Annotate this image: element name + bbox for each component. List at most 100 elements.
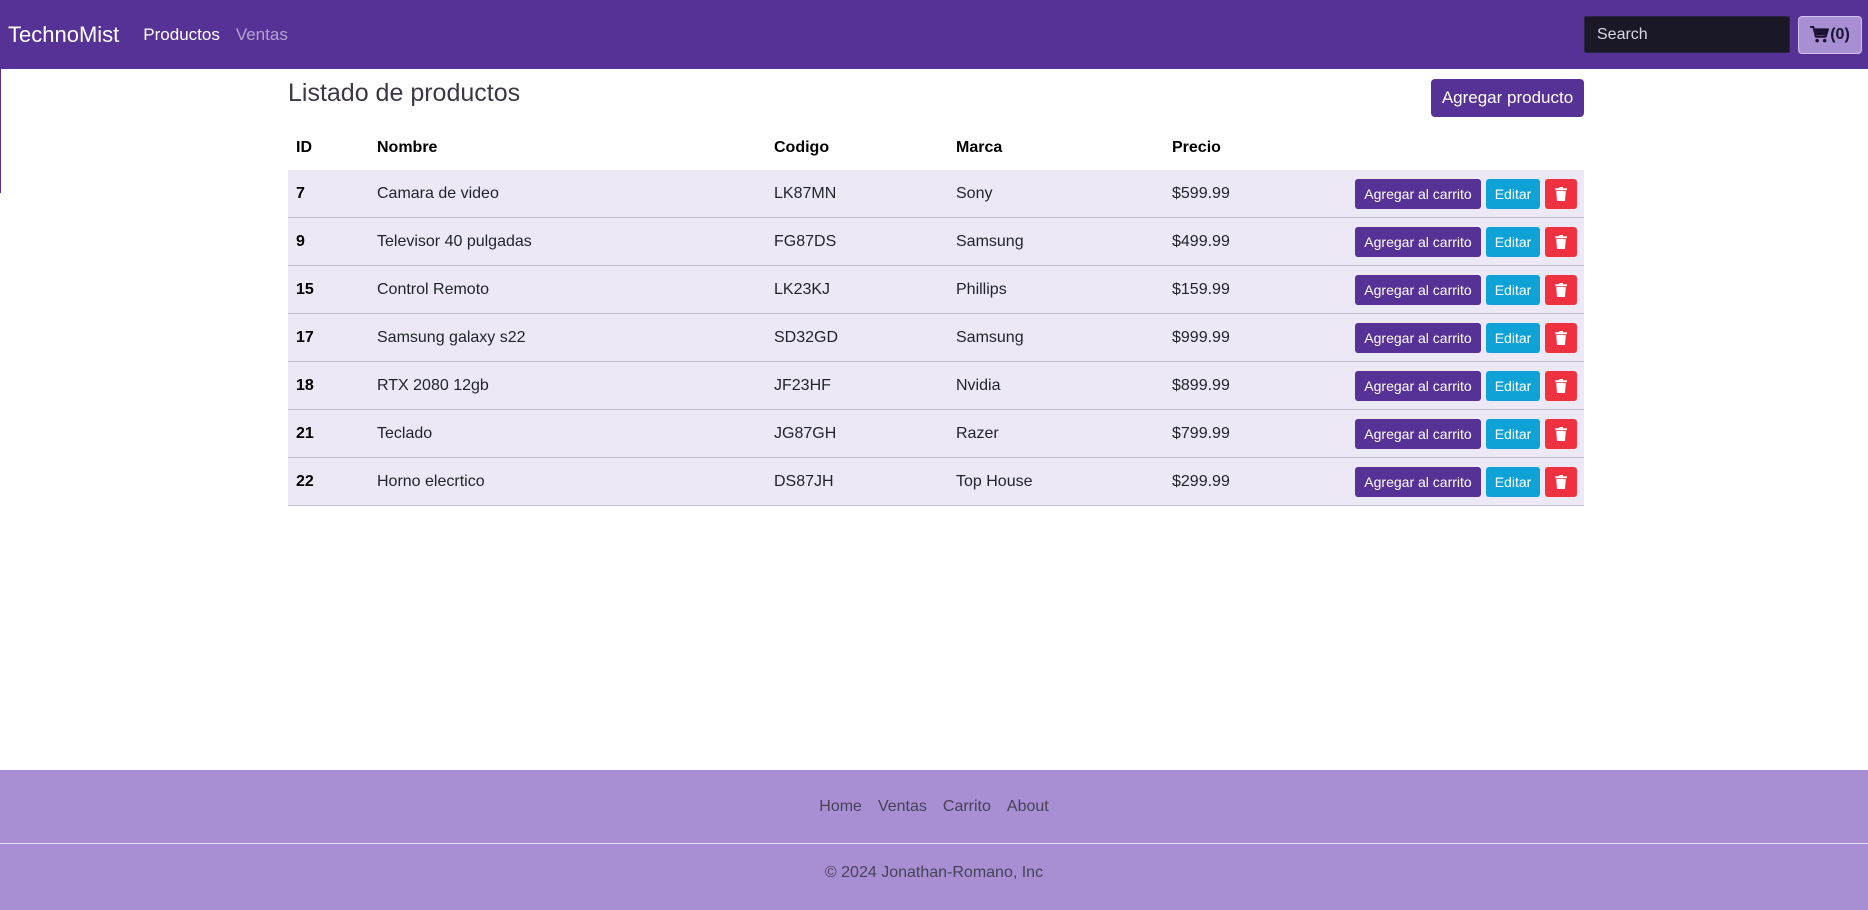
product-price: $899.99 [1164,361,1284,410]
product-name: Televisor 40 pulgadas [369,217,766,266]
product-code: SD32GD [766,313,948,362]
product-code: LK23KJ [766,265,948,314]
row-actions: Agregar al carrito Editar [1284,409,1584,458]
nav-link-productos[interactable]: Productos [143,25,220,45]
left-edge-line [0,69,1,193]
products-table: ID Nombre Codigo Marca Precio 7 Camara de… [288,125,1584,506]
table-row: 15 Control Remoto LK23KJ Phillips $159.99 Agr… [288,265,1584,314]
edit-button[interactable]: Editar [1486,178,1540,209]
edit-button[interactable]: Editar [1486,466,1540,497]
product-id: 18 [288,361,369,410]
table-header-row: ID Nombre Codigo Marca Precio [288,125,1584,170]
product-id: 17 [288,313,369,362]
add-product-button[interactable]: Agregar producto [1431,79,1584,117]
delete-button[interactable] [1545,418,1577,449]
footer-link-home[interactable]: Home [819,798,862,816]
brand-logo[interactable]: TechnoMist [8,22,119,48]
edit-button[interactable]: Editar [1486,274,1540,305]
product-code: LK87MN [766,170,948,218]
add-to-cart-button[interactable]: Agregar al carrito [1355,466,1481,497]
column-header-codigo: Codigo [774,138,830,156]
row-actions: Agregar al carrito Editar [1284,217,1584,266]
column-header-id: ID [296,138,312,156]
add-to-cart-button[interactable]: Agregar al carrito [1355,418,1481,449]
trash-icon [1555,234,1567,249]
product-price: $599.99 [1164,170,1284,218]
product-name: Samsung galaxy s22 [369,313,766,362]
product-name: Horno elecrtico [369,457,766,506]
product-id: 7 [288,170,369,218]
add-to-cart-button[interactable]: Agregar al carrito [1355,178,1481,209]
product-brand: Top House [948,457,1164,506]
footer: Home Ventas Carrito About © 2024 Jonatha… [0,770,1868,910]
delete-button[interactable] [1545,466,1577,497]
trash-icon [1555,378,1567,393]
column-header-marca: Marca [956,138,1003,156]
table-row: 9 Televisor 40 pulgadas FG87DS Samsung $499.… [288,217,1584,266]
row-actions: Agregar al carrito Editar [1284,457,1584,506]
table-row: 18 RTX 2080 12gb JF23HF Nvidia $899.99 Agrega… [288,361,1584,410]
column-header-nombre: Nombre [377,138,438,156]
product-brand: Samsung [948,217,1164,266]
column-header-actions [1284,125,1584,170]
add-to-cart-button[interactable]: Agregar al carrito [1355,226,1481,257]
product-brand: Samsung [948,313,1164,362]
search-input[interactable] [1584,16,1790,53]
row-actions: Agregar al carrito Editar [1284,170,1584,218]
copyright-text: © 2024 Jonathan-Romano, Inc [824,864,1044,881]
product-price: $159.99 [1164,265,1284,314]
edit-button[interactable]: Editar [1486,418,1540,449]
product-name: RTX 2080 12gb [369,361,766,410]
edit-button[interactable]: Editar [1486,226,1540,257]
cart-button[interactable]: (0) [1798,15,1862,54]
footer-divider [0,843,1868,844]
delete-button[interactable] [1545,274,1577,305]
product-name: Teclado [369,409,766,458]
trash-icon [1555,474,1567,489]
product-price: $299.99 [1164,457,1284,506]
product-id: 21 [288,409,369,458]
delete-button[interactable] [1545,322,1577,353]
delete-button[interactable] [1545,226,1577,257]
trash-icon [1555,282,1567,297]
footer-link-ventas[interactable]: Ventas [878,798,927,816]
product-code: JF23HF [766,361,948,410]
product-price: $799.99 [1164,409,1284,458]
product-brand: Razer [948,409,1164,458]
product-name: Control Remoto [369,265,766,314]
product-code: FG87DS [766,217,948,266]
edit-button[interactable]: Editar [1486,370,1540,401]
nav-link-ventas[interactable]: Ventas [236,25,288,45]
product-brand: Phillips [948,265,1164,314]
row-actions: Agregar al carrito Editar [1284,361,1584,410]
delete-button[interactable] [1545,178,1577,209]
table-row: 22 Horno elecrtico DS87JH Top House $299.99 A… [288,457,1584,506]
product-id: 15 [288,265,369,314]
product-code: JG87GH [766,409,948,458]
add-to-cart-button[interactable]: Agregar al carrito [1355,370,1481,401]
add-to-cart-button[interactable]: Agregar al carrito [1355,274,1481,305]
shopping-cart-icon [1810,26,1830,43]
product-price: $499.99 [1164,217,1284,266]
trash-icon [1555,330,1567,345]
product-code: DS87JH [766,457,948,506]
add-to-cart-button[interactable]: Agregar al carrito [1355,322,1481,353]
product-brand: Sony [948,170,1164,218]
footer-link-about[interactable]: About [1007,798,1049,816]
footer-link-carrito[interactable]: Carrito [943,798,991,816]
cart-count: (0) [1830,25,1850,43]
product-id: 22 [288,457,369,506]
edit-button[interactable]: Editar [1486,322,1540,353]
trash-icon [1555,186,1567,201]
table-row: 7 Camara de video LK87MN Sony $599.99 Agregar… [288,170,1584,218]
column-header-precio: Precio [1172,138,1221,156]
product-id: 9 [288,217,369,266]
delete-button[interactable] [1545,370,1577,401]
footer-nav: Home Ventas Carrito About [0,798,1868,816]
navbar: TechnoMist Productos Ventas (0) [0,0,1868,69]
product-name: Camara de video [369,170,766,218]
navbar-actions: (0) [1584,15,1868,54]
product-brand: Nvidia [948,361,1164,410]
trash-icon [1555,426,1567,441]
product-price: $999.99 [1164,313,1284,362]
